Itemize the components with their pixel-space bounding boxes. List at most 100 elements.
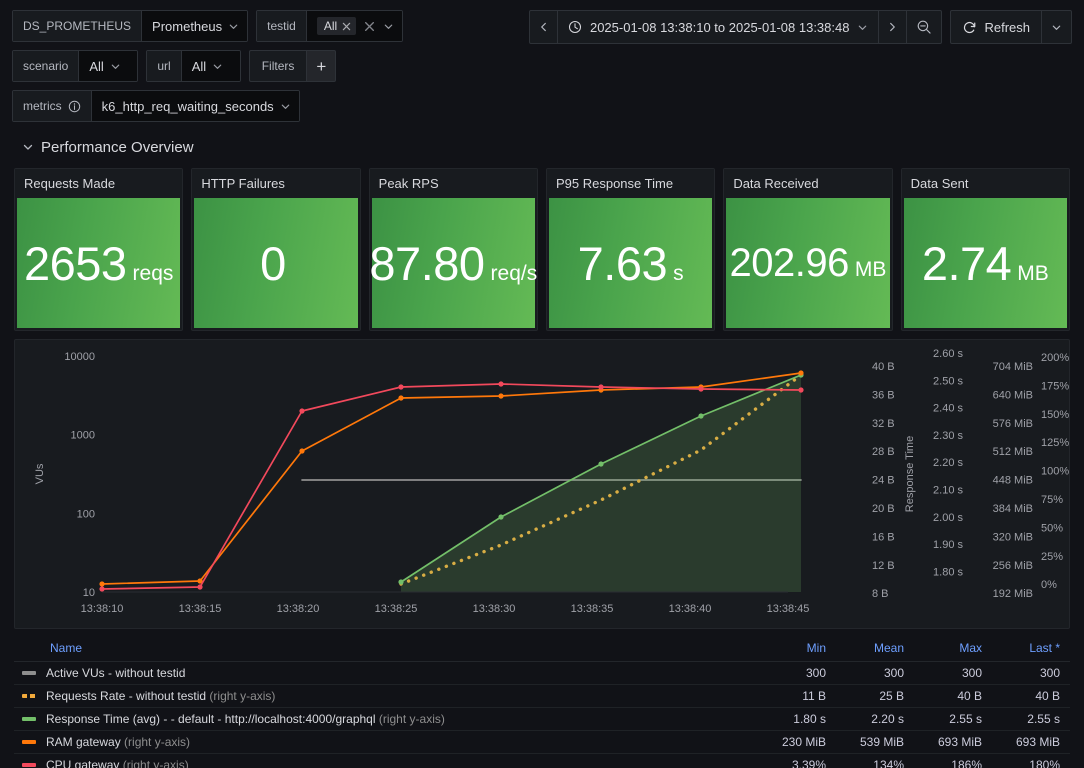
chevron-down-icon[interactable] [22,141,34,153]
series-point [698,386,704,392]
right-axis-memory-tick: 704 MiB [993,361,1033,373]
timeseries-panel[interactable]: 10 100 1000 10000 VUs 13:38:10 13:38:15 13:38:2… [14,339,1070,629]
right-axis-bytes-tick: 20 B [872,503,895,515]
stat-panel-data-sent[interactable]: Data Sent 2.74 MB [900,168,1070,331]
right-axis-percent-tick: 150% [1041,409,1069,421]
stat-value-area: 202.96 MB [726,198,890,328]
legend-series-name[interactable]: Requests Rate - without testid (right y-… [14,684,758,708]
timeseries-plot[interactable]: 10 100 1000 10000 VUs 13:38:10 13:38:15 13:38:2… [15,340,1069,628]
stat-value: 2653 reqs [24,240,173,287]
legend-series-label: CPU gateway [46,758,120,768]
stat-number: 87.80 [369,236,485,290]
variable-datasource-value[interactable]: Prometheus [142,11,248,41]
panel-title: Data Sent [901,169,1069,198]
series-point [398,395,404,401]
legend-col-max[interactable]: Max [914,637,992,662]
legend-col-min[interactable]: Min [758,637,836,662]
stat-panel-http-failures[interactable]: HTTP Failures 0 [191,168,361,331]
variable-scenario-selected: All [89,58,104,74]
x-axis-tick: 13:38:45 [767,603,810,615]
close-icon[interactable] [342,22,351,31]
legend-value-max: 2.55 s [914,707,992,731]
chevron-down-icon [212,61,223,72]
right-axis-memory-tick: 576 MiB [993,418,1033,430]
legend-series-name[interactable]: Response Time (avg) - - default - http:/… [14,707,758,731]
variable-url-selected: All [191,58,207,74]
right-axis-bytes-tick: 40 B [872,361,895,373]
series-point [598,384,604,390]
variable-scenario[interactable]: scenario All [12,50,139,82]
row-performance-overview[interactable]: Performance Overview [0,134,194,160]
left-axis-tick: 10000 [64,351,95,363]
legend-row[interactable]: Requests Rate - without testid (right y-… [14,684,1070,708]
chevron-down-icon[interactable] [383,21,394,32]
time-range-picker[interactable]: 2025-01-08 13:38:10 to 2025-01-08 13:38:… [556,11,879,43]
add-filter-button[interactable]: + [306,50,337,82]
series-point [299,448,305,454]
stat-panel-peak-rps[interactable]: Peak RPS 87.80 req/s [368,168,538,331]
legend-series-label: Requests Rate - without testid [46,689,207,703]
legend-value-mean: 2.20 s [836,707,914,731]
legend-col-mean[interactable]: Mean [836,637,914,662]
legend-axis-note: (right y-axis) [120,735,191,749]
variable-url[interactable]: url All [146,50,241,82]
stat-panel-requests-made[interactable]: Requests Made 2653 reqs [14,168,184,331]
right-axis-percent-tick: 25% [1041,551,1063,563]
legend-row[interactable]: Active VUs - without testid 300 300 300 300 [14,661,1070,685]
time-range-text: 2025-01-08 13:38:10 to 2025-01-08 13:38:… [589,19,850,35]
left-axis-tick: 100 [77,508,95,520]
legend-row[interactable]: CPU gateway (right y-axis) 3.39% 134% 186% 1… [14,753,1070,768]
series-point [498,393,504,399]
stat-panel-p95-response-time[interactable]: P95 Response Time 7.63 s [545,168,716,331]
legend-value-last: 300 [992,661,1070,685]
variable-metrics[interactable]: metrics k6_http_req_waiting_seconds [12,90,300,122]
series-point [698,413,704,419]
stat-panel-data-received[interactable]: Data Received 202.96 MB [723,168,893,331]
time-shift-forward-button[interactable] [878,11,906,43]
clear-selection-icon[interactable] [362,21,377,32]
legend-col-last[interactable]: Last * [992,637,1070,662]
legend-value-mean: 134% [836,753,914,768]
right-axis-memory-tick: 384 MiB [993,503,1033,515]
legend-row[interactable]: RAM gateway (right y-axis) 230 MiB 539 MiB… [14,730,1070,754]
legend-value-last: 40 B [992,684,1070,708]
variable-url-value[interactable]: All [181,51,240,81]
right-axis-seconds-tick: 1.90 s [933,539,963,551]
stat-value: 2.74 MB [922,240,1049,287]
variable-scenario-label: scenario [13,51,80,81]
variable-testid-value[interactable]: All [306,11,403,41]
legend-value-min: 230 MiB [758,730,836,754]
variable-metrics-value[interactable]: k6_http_req_waiting_seconds [91,91,299,121]
info-icon[interactable] [68,100,81,113]
panel-title: Requests Made [15,169,183,198]
legend-series-name[interactable]: RAM gateway (right y-axis) [14,730,758,754]
legend-series-name[interactable]: CPU gateway (right y-axis) [14,753,758,768]
legend-value-max: 300 [914,661,992,685]
stat-unit: MB [1017,261,1049,285]
legend-table-wrapper[interactable]: Name Min Mean Max Last * Active VUs - wi… [14,637,1070,768]
variable-scenario-value[interactable]: All [79,51,138,81]
refresh-interval-dropdown[interactable] [1041,11,1071,43]
variable-metrics-label-text: metrics [23,99,62,113]
zoom-out-icon[interactable] [906,11,941,43]
legend-row[interactable]: Response Time (avg) - - default - http:/… [14,707,1070,731]
time-shift-back-button[interactable] [530,11,557,43]
legend-col-name[interactable]: Name [14,637,758,662]
x-axis-tick: 13:38:20 [277,603,320,615]
variable-datasource[interactable]: DS_PROMETHEUS Prometheus [12,10,249,42]
legend-series-name[interactable]: Active VUs - without testid [14,661,758,685]
legend-series-label: Response Time (avg) - - default - http:/… [46,712,376,726]
variable-testid-label: testid [257,11,307,41]
series-point [99,581,105,587]
refresh-button[interactable]: Refresh [951,11,1041,43]
x-axis-tick: 13:38:35 [571,603,614,615]
variable-testid-chip[interactable]: All [316,17,357,35]
variable-testid[interactable]: testid All [256,10,404,42]
right-axis-percent-tick: 75% [1041,494,1063,506]
right-axis-memory-tick: 320 MiB [993,531,1033,543]
variable-metrics-selected: k6_http_req_waiting_seconds [101,98,274,114]
legend-value-max: 40 B [914,684,992,708]
right-axis-bytes-title: RPS [15,463,18,486]
adhoc-filters: Filters + [248,50,337,82]
legend-value-max: 693 MiB [914,730,992,754]
